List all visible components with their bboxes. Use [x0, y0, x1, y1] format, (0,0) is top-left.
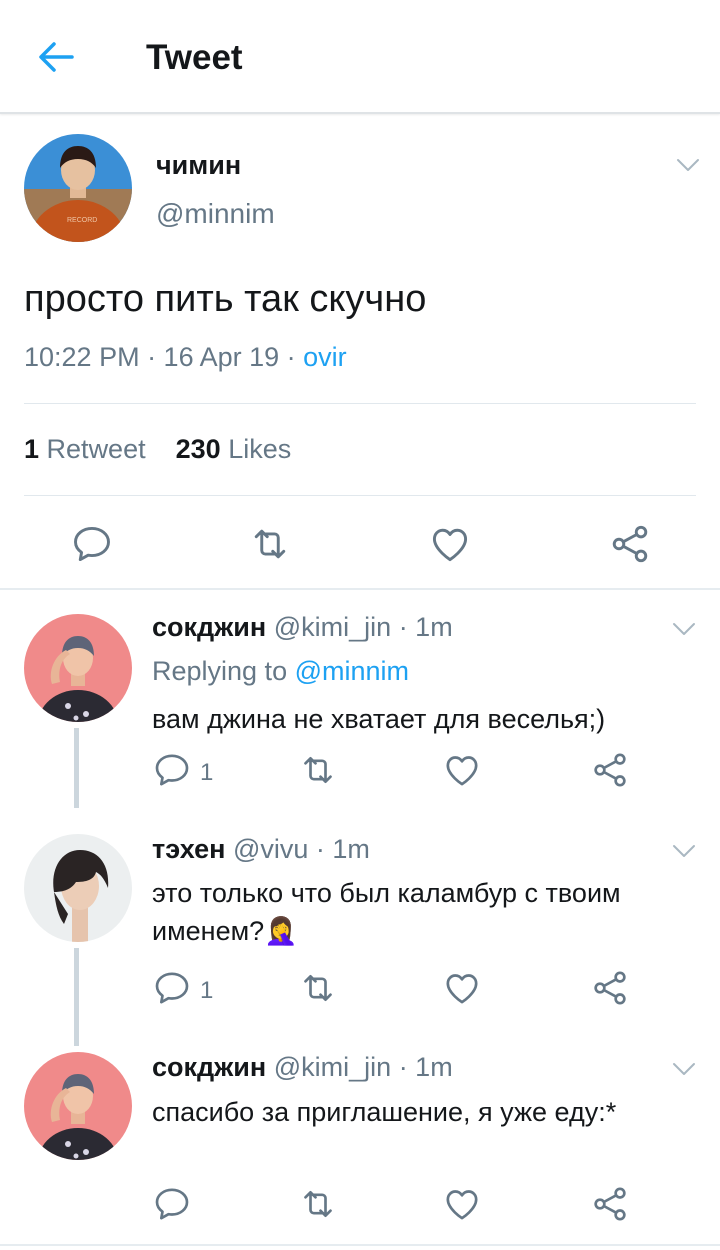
reply-time: · 1m	[398, 612, 453, 642]
chevron-down-icon[interactable]	[676, 158, 700, 172]
tweet-stats: 1 Retweet 230 Likes	[24, 434, 291, 465]
replying-to-link[interactable]: @minnim	[295, 656, 409, 686]
divider	[24, 403, 696, 404]
reply-time: · 1m	[398, 1052, 453, 1082]
replying-to: Replying to @minnim	[152, 656, 409, 687]
divider	[0, 588, 720, 590]
reply-text: вам джина не хватает для веселья;)	[152, 704, 606, 734]
facepalm-emoji: 🤦‍♀️	[264, 916, 298, 946]
retweet-icon[interactable]	[248, 522, 292, 566]
avatar-shirt-text: RECORD	[67, 217, 97, 224]
share-icon[interactable]	[590, 750, 634, 790]
back-arrow-icon[interactable]	[36, 40, 76, 74]
thread-line	[74, 948, 79, 1046]
chevron-down-icon[interactable]	[672, 844, 696, 858]
chevron-down-icon[interactable]	[672, 622, 696, 636]
reply-icon[interactable]	[152, 1184, 196, 1224]
reply-count: 1	[200, 759, 214, 786]
reply-count: 1	[200, 977, 214, 1004]
author-name[interactable]: чимин	[156, 150, 241, 181]
reply-author-name[interactable]: сокджин	[152, 612, 266, 642]
chevron-down-icon[interactable]	[672, 1062, 696, 1076]
like-icon[interactable]	[442, 968, 486, 1008]
reply-icon[interactable]	[152, 968, 196, 1008]
replying-to-label: Replying to	[152, 656, 295, 686]
divider	[24, 495, 696, 496]
tweet-source-link[interactable]: ovir	[303, 342, 347, 372]
avatar[interactable]: RECORD	[24, 134, 132, 242]
reply-header: сокджин @kimi_jin · 1m	[152, 1052, 453, 1083]
avatar[interactable]	[24, 834, 132, 942]
retweet-stat[interactable]: 1 Retweet	[24, 434, 146, 464]
author-handle[interactable]: @minnim	[156, 198, 275, 230]
reply-header: сокджин @kimi_jin · 1m	[152, 612, 453, 643]
reply-author-name[interactable]: сокджин	[152, 1052, 266, 1082]
share-icon[interactable]	[608, 522, 652, 566]
share-icon[interactable]	[590, 1184, 634, 1224]
tweet-text: просто пить так скучно	[24, 278, 427, 320]
like-icon[interactable]	[428, 522, 472, 566]
top-bar	[0, 0, 720, 114]
reply-author-name[interactable]: тэхен	[152, 834, 225, 864]
like-icon[interactable]	[442, 1184, 486, 1224]
page-title: Tweet	[146, 38, 243, 77]
share-icon[interactable]	[590, 968, 634, 1008]
reply-text: это только что был каламбур с твоим имен…	[152, 874, 692, 950]
avatar[interactable]	[24, 1052, 132, 1160]
tweet-meta: 10:22 PM · 16 Apr 19 · ovir	[24, 342, 347, 373]
reply-author-handle[interactable]: @vivu	[233, 834, 308, 864]
reply-icon[interactable]	[70, 522, 114, 566]
likes-stat[interactable]: 230 Likes	[176, 434, 292, 464]
retweet-icon[interactable]	[298, 1184, 342, 1224]
divider	[0, 1244, 720, 1246]
reply-author-handle[interactable]: @kimi_jin	[274, 612, 391, 642]
reply-time: · 1m	[315, 834, 370, 864]
avatar[interactable]	[24, 614, 132, 722]
reply-text: спасибо за приглашение, я уже еду:*	[152, 1097, 617, 1127]
reply-author-handle[interactable]: @kimi_jin	[274, 1052, 391, 1082]
reply-header: тэхен @vivu · 1m	[152, 834, 370, 865]
reply-icon[interactable]	[152, 750, 196, 790]
reply-text-body: это только что был каламбур с твоим имен…	[152, 878, 621, 946]
retweet-icon[interactable]	[298, 750, 342, 790]
like-icon[interactable]	[442, 750, 486, 790]
retweet-icon[interactable]	[298, 968, 342, 1008]
thread-line	[74, 728, 79, 808]
tweet-time: 10:22 PM · 16 Apr 19 ·	[24, 342, 304, 372]
